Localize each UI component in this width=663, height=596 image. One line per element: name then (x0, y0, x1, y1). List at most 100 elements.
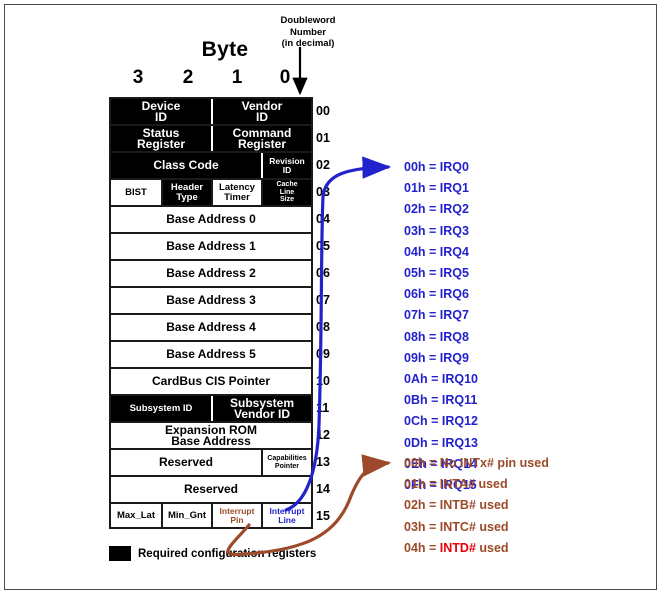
intx-value-highlight: INTD# (439, 540, 476, 555)
register-cell-label: Capabilities Pointer (267, 455, 307, 470)
register-cell-label: Base Address 4 (166, 320, 256, 335)
register-cell-revision-id: Revision ID (261, 153, 311, 178)
irq-value-4: 04h = IRQ4 (404, 244, 469, 259)
intx-value-suffix: used (475, 540, 509, 555)
doubleword-number-14: 14 (316, 481, 330, 496)
doubleword-number-03: 03 (316, 184, 330, 199)
register-cell-label: Base Address 0 (166, 212, 256, 227)
intx-value-1: 01h = INTA# used (404, 477, 584, 491)
register-cell-reserved: Reserved (111, 450, 261, 475)
register-cell-base-address-0: Base Address 0 (111, 207, 311, 232)
legend-swatch (109, 546, 131, 561)
register-cell-bist: BIST (111, 180, 161, 205)
doubleword-number-10: 10 (316, 373, 330, 388)
byte-number-1: 1 (231, 67, 243, 88)
register-row-01: Status Register Command Register (111, 124, 311, 151)
irq-value-9: 09h = IRQ9 (404, 350, 469, 365)
byte-heading: Byte (201, 38, 249, 61)
register-row-05: Base Address 1 (111, 232, 311, 259)
irq-value-5: 05h = IRQ5 (404, 266, 469, 280)
register-cell-subsystem-vendor-id: Subsystem Vendor ID (211, 396, 311, 421)
register-row-02: Class Code Revision ID (111, 151, 311, 178)
register-row-04: Base Address 0 (111, 205, 311, 232)
register-cell-label: Interrupt Pin (219, 505, 255, 525)
intx-value-2: 02h = INTB# used (404, 498, 584, 512)
irq-value-3: 03h = IRQ3 (404, 223, 469, 238)
register-cell-reserved: Reserved (111, 477, 311, 502)
intx-value-prefix: 04h = (404, 540, 440, 555)
doubleword-number-11: 11 (316, 400, 330, 415)
register-row-15: Max_Lat Min_Gnt Interrupt Pin Interrupt Line (111, 502, 311, 529)
register-cell-label: Expansion ROM Base Address (164, 423, 257, 448)
byte-number-3: 3 (132, 67, 144, 88)
register-row-08: Base Address 4 (111, 313, 311, 340)
doubleword-number-15: 15 (316, 508, 330, 523)
register-cell-latency-timer: Latency Timer (211, 180, 261, 205)
intx-value-3: 03h = INTC# used (404, 520, 584, 534)
doubleword-number-05: 05 (316, 238, 330, 253)
diagram-frame: Doubleword Number (in decimal) Byte 3 2 1 … (4, 4, 657, 590)
register-cell-vendor-id: Vendor ID (211, 99, 311, 124)
register-cell-capabilities-pointer: Capabilities Pointer (261, 450, 311, 475)
byte-number-2: 2 (182, 67, 194, 88)
register-row-12: Expansion ROM Base Address (111, 421, 311, 448)
register-cell-interrupt-pin: Interrupt Pin (211, 504, 261, 527)
register-cell-status-register: Status Register (111, 126, 211, 151)
legend-label: Required configuration registers (138, 547, 317, 560)
irq-value-7: 07h = IRQ7 (404, 308, 469, 323)
doubleword-number-02: 02 (316, 157, 330, 172)
register-row-14: Reserved (111, 475, 311, 502)
register-cell-label: Interrupt Line (269, 505, 305, 525)
register-cell-label: Device ID (141, 99, 181, 124)
irq-value-13: 0Dh = IRQ13 (404, 435, 478, 450)
doubleword-number-07: 07 (316, 292, 330, 307)
intx-value-prefix: 02h = INTB# used (404, 498, 509, 513)
register-cell-class-code: Class Code (111, 153, 261, 178)
register-cell-device-id: Device ID (111, 99, 211, 124)
doubleword-number-06: 06 (316, 265, 330, 280)
irq-value-8: 08h = IRQ8 (404, 329, 469, 344)
register-cell-label: Cache Line Size (276, 181, 298, 204)
doubleword-number-12: 12 (316, 427, 330, 442)
register-cell-header-type: Header Type (161, 180, 211, 205)
irq-value-0: 00h = IRQ0 (404, 160, 469, 174)
register-cell-subsystem-id: Subsystem ID (111, 396, 211, 421)
register-cell-cache-line-size: Cache Line Size (261, 180, 311, 205)
doubleword-number-01: 01 (316, 130, 330, 145)
register-cell-cardbus-cis-pointer: CardBus CIS Pointer (111, 369, 311, 394)
register-row-11: Subsystem ID Subsystem Vendor ID (111, 394, 311, 421)
intx-value-prefix: 01h = INTA# used (404, 477, 508, 492)
register-cell-label: BIST (125, 186, 147, 198)
register-cell-label: Command Register (232, 126, 292, 151)
register-row-07: Base Address 3 (111, 286, 311, 313)
intx-value-4: 04h = INTD# used (404, 541, 584, 555)
register-cell-label: Base Address 1 (166, 239, 256, 254)
register-cell-label: Base Address 5 (166, 347, 256, 362)
register-row-10: CardBus CIS Pointer (111, 367, 311, 394)
register-cell-expansion-rom-base-address: Expansion ROM Base Address (111, 423, 311, 448)
doubleword-number-08: 08 (316, 319, 330, 334)
register-cell-label: Status Register (136, 126, 186, 151)
doubleword-number-04: 04 (316, 211, 330, 226)
register-cell-label: Subsystem Vendor ID (229, 396, 295, 421)
register-cell-label: Header Type (170, 182, 204, 203)
register-cell-max-lat: Max_Lat (111, 504, 161, 527)
register-cell-label: Subsystem ID (129, 402, 193, 414)
doubleword-number-09: 09 (316, 346, 330, 361)
register-cell-label: Reserved (183, 482, 239, 497)
register-cell-label: Max_Lat (116, 509, 155, 521)
register-cell-label: CardBus CIS Pointer (151, 374, 271, 389)
register-cell-base-address-3: Base Address 3 (111, 288, 311, 313)
register-cell-base-address-5: Base Address 5 (111, 342, 311, 367)
register-cell-base-address-1: Base Address 1 (111, 234, 311, 259)
register-cell-label: Vendor ID (241, 99, 283, 124)
byte-number-0: 0 (279, 67, 291, 88)
irq-value-6: 06h = IRQ6 (404, 287, 469, 302)
register-cell-interrupt-line: Interrupt Line (261, 504, 311, 527)
register-cell-command-register: Command Register (211, 126, 311, 151)
pci-config-register-table: Device ID Vendor ID Status Register Command Reg… (109, 97, 313, 529)
intx-value-prefix: 00h = No INTx# pin used (404, 456, 549, 470)
irq-value-11: 0Bh = IRQ11 (404, 393, 478, 408)
register-cell-label: Base Address 3 (166, 293, 256, 308)
register-cell-base-address-2: Base Address 2 (111, 261, 311, 286)
